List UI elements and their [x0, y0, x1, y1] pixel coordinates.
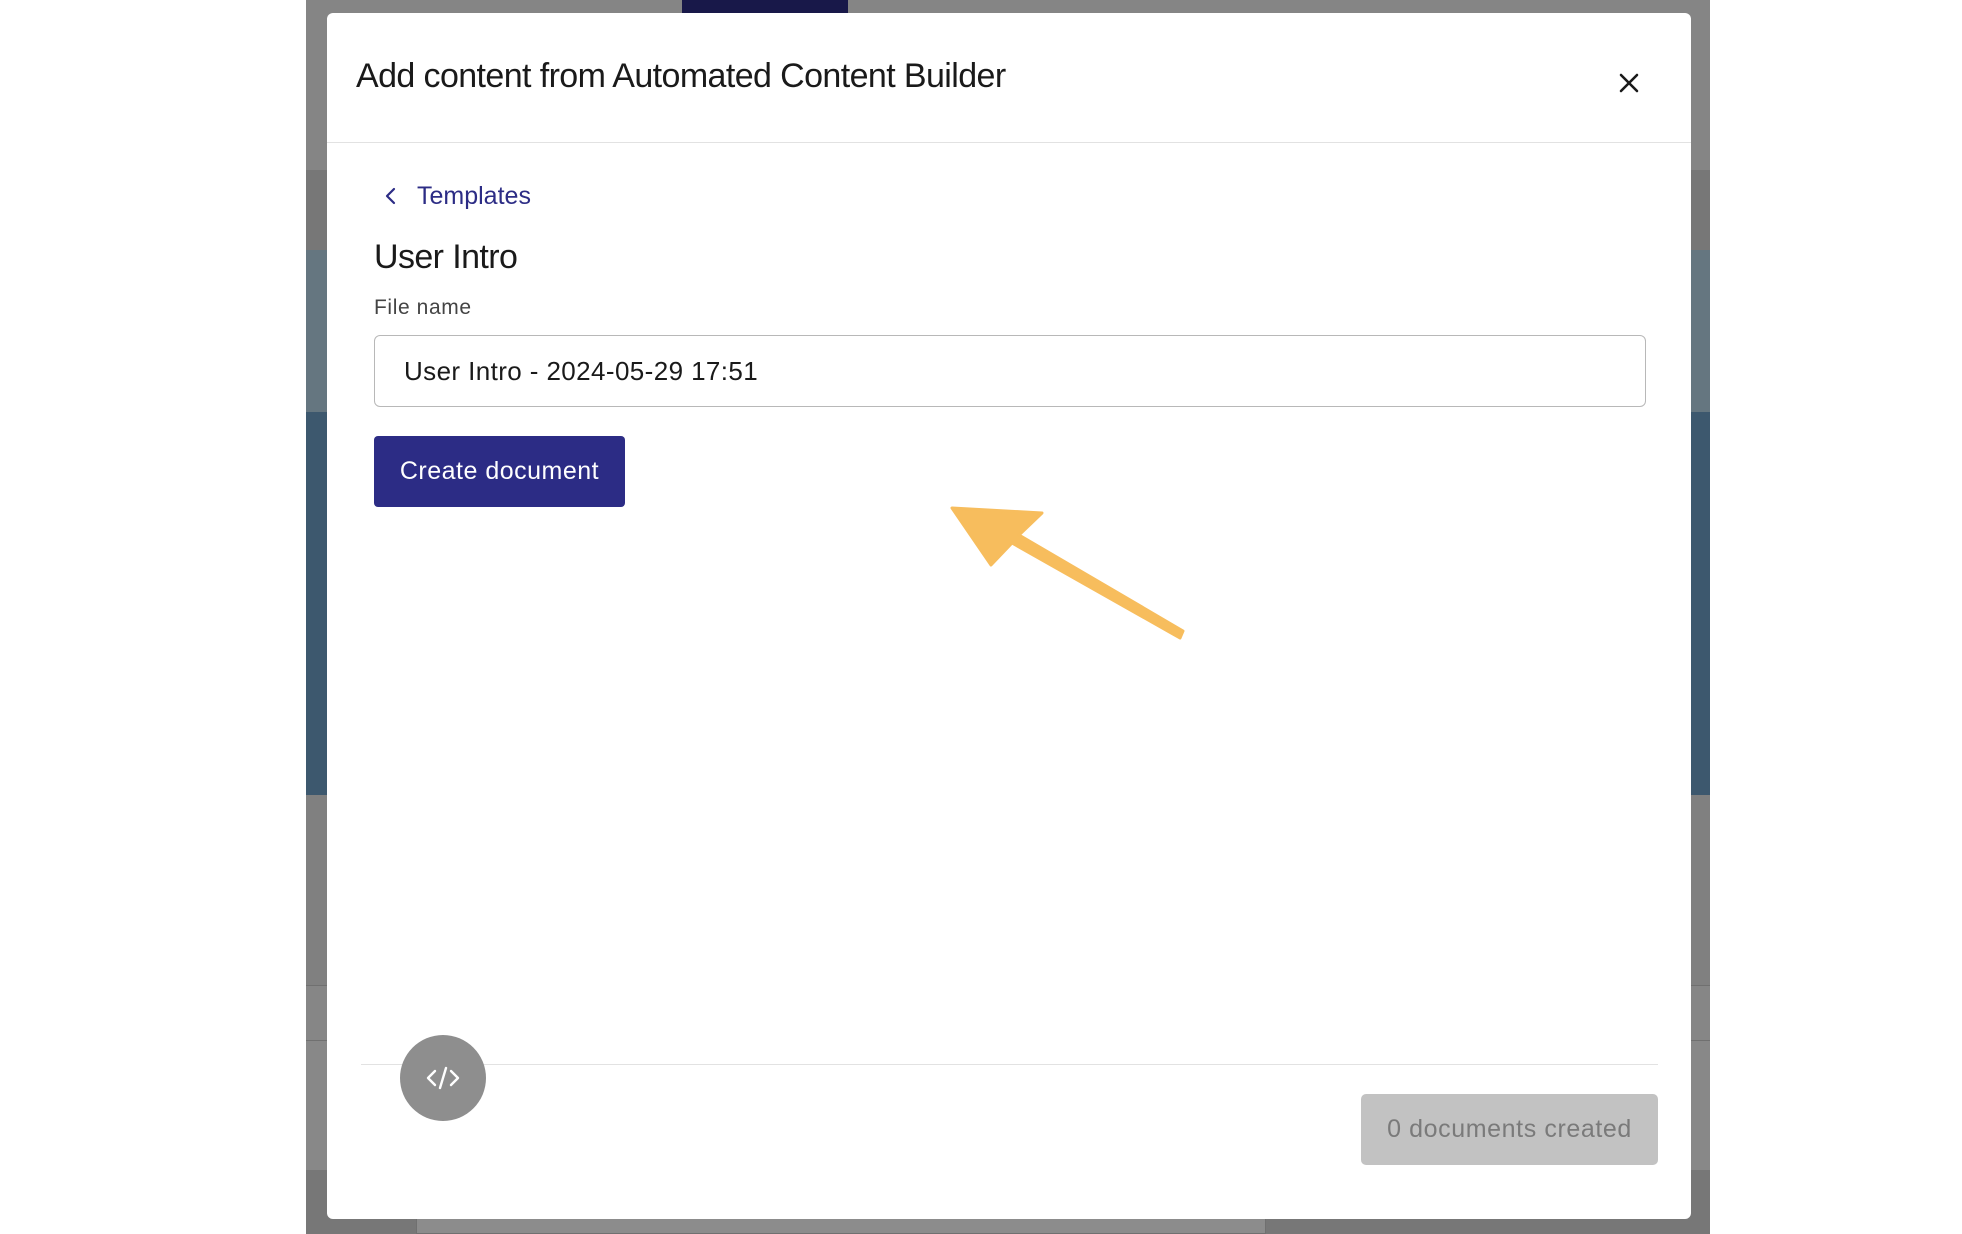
chevron-left-icon: [385, 187, 396, 205]
close-button[interactable]: [1609, 63, 1649, 103]
modal-title: Add content from Automated Content Build…: [356, 57, 1006, 95]
automated-content-builder-modal: Add content from Automated Content Build…: [327, 13, 1691, 1219]
breadcrumb-label: Templates: [417, 181, 531, 210]
file-name-label: File name: [374, 296, 472, 319]
code-icon: [426, 1066, 460, 1090]
page: Add content from Automated Content Build…: [0, 0, 1962, 1234]
create-document-button[interactable]: Create document: [374, 436, 625, 507]
template-title: User Intro: [374, 238, 518, 276]
annotation-arrow-icon: [950, 506, 1185, 640]
modal-header: Add content from Automated Content Build…: [327, 13, 1691, 143]
file-name-input[interactable]: [374, 335, 1646, 407]
code-view-button[interactable]: [400, 1035, 486, 1121]
documents-created-button: 0 documents created: [1361, 1094, 1658, 1165]
close-icon: [1619, 73, 1639, 93]
breadcrumb-templates-link[interactable]: Templates: [379, 178, 531, 214]
footer-divider: [361, 1064, 1658, 1065]
